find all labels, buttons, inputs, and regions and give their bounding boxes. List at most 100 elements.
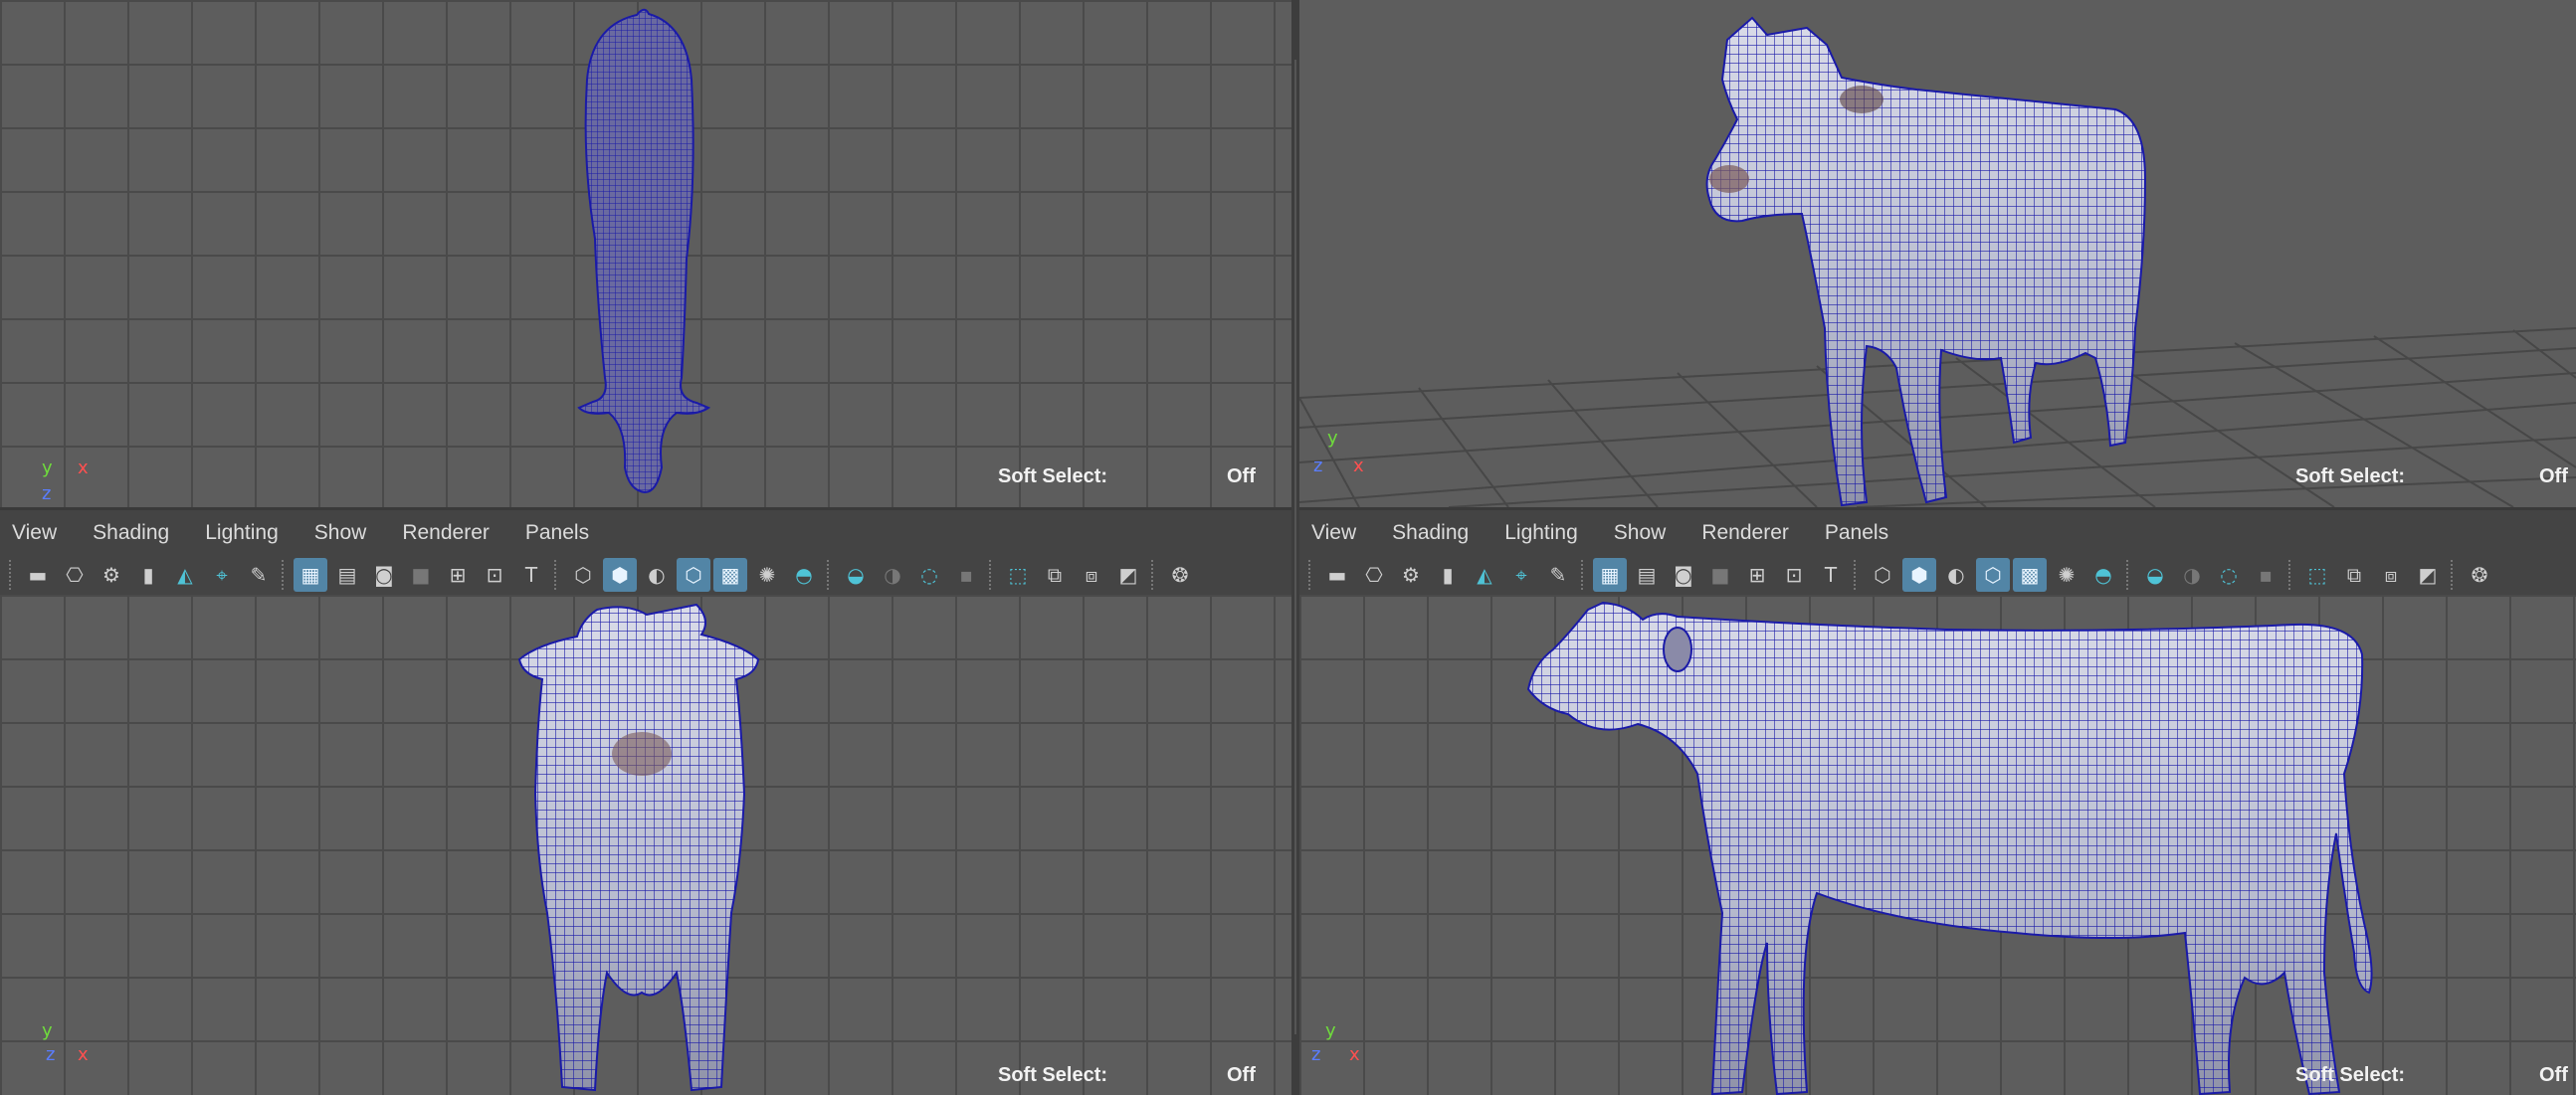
soft-select-value: Off <box>2539 1064 2568 1086</box>
axis-gizmo: y z x <box>1313 428 1373 476</box>
cow-mesh-persp[interactable] <box>1299 0 2576 507</box>
smooth-shade-icon[interactable]: ⬢ <box>1902 558 1936 592</box>
axis-gizmo: y z x <box>1311 1020 1371 1065</box>
axis-x-label: x <box>1353 456 1364 476</box>
textured-icon[interactable]: ▩ <box>713 558 747 592</box>
menu-shading[interactable]: Shading <box>1388 519 1473 547</box>
panel-menu-bar: View Shading Lighting Show Renderer Pane… <box>8 516 621 550</box>
wireframe-on-shaded-icon[interactable]: ⬡ <box>677 558 710 592</box>
menu-view[interactable]: View <box>8 519 61 547</box>
toolbar-separator <box>1308 560 1314 590</box>
viewport-side[interactable]: y z x Soft Select: Off <box>1299 595 2576 1095</box>
depth-of-field-icon[interactable]: ▪ <box>949 558 983 592</box>
camera-lock-icon[interactable]: ⎔ <box>1357 558 1391 592</box>
menu-renderer[interactable]: Renderer <box>1697 519 1793 547</box>
camera-icon[interactable]: ▬ <box>21 558 55 592</box>
wireframe-on-shaded-icon[interactable]: ⬡ <box>1976 558 2010 592</box>
resolution-gate-icon[interactable]: ◙ <box>1667 558 1700 592</box>
soft-select-value: Off <box>1227 465 1256 487</box>
grid-icon[interactable]: ▦ <box>294 558 327 592</box>
toolbar-separator <box>1151 560 1157 590</box>
menu-show[interactable]: Show <box>310 519 371 547</box>
toolbar-separator <box>2288 560 2294 590</box>
screen-space-ao-icon[interactable]: ◒ <box>839 558 873 592</box>
depth-of-field-icon[interactable]: ▪ <box>2249 558 2282 592</box>
camera-icon[interactable]: ▬ <box>1320 558 1354 592</box>
film-gate-icon[interactable]: ▤ <box>1630 558 1664 592</box>
grease-pencil-icon[interactable]: ✎ <box>242 558 276 592</box>
cow-mesh-top-view[interactable] <box>0 0 1291 507</box>
camera-attributes-icon[interactable]: ⚙ <box>1394 558 1428 592</box>
shadows-icon[interactable]: ◓ <box>2086 558 2120 592</box>
wireframe-icon[interactable]: ⬡ <box>1866 558 1899 592</box>
xray-icon[interactable]: ⧉ <box>2337 558 2371 592</box>
cow-mesh-side-view[interactable] <box>1299 595 2576 1095</box>
soft-select-label: Soft Select: <box>2295 1064 2406 1086</box>
menu-panels[interactable]: Panels <box>521 519 593 547</box>
2d-pan-zoom-icon[interactable]: ⌖ <box>205 558 239 592</box>
anti-aliasing-icon[interactable]: ◌ <box>2212 558 2246 592</box>
axis-x-label: x <box>1349 1044 1360 1065</box>
bookmark-icon[interactable]: ▮ <box>131 558 165 592</box>
viewport-front[interactable]: y z x Soft Select: Off <box>0 595 1291 1095</box>
axis-z-label: z <box>46 1044 56 1065</box>
default-lighting-icon[interactable]: ◐ <box>640 558 674 592</box>
axis-x-label: x <box>78 457 89 478</box>
menu-lighting[interactable]: Lighting <box>1500 519 1582 547</box>
toolbar-separator <box>2126 560 2132 590</box>
menu-shading[interactable]: Shading <box>89 519 173 547</box>
soft-select-value: Off <box>1227 1064 1256 1086</box>
menu-lighting[interactable]: Lighting <box>201 519 283 547</box>
menu-show[interactable]: Show <box>1610 519 1671 547</box>
textured-icon[interactable]: ▩ <box>2013 558 2047 592</box>
screen-space-ao-icon[interactable]: ◒ <box>2138 558 2172 592</box>
viewport-splitter-vertical[interactable] <box>1291 0 1299 1095</box>
xray-joints-icon[interactable]: ⧈ <box>2374 558 2408 592</box>
image-plane-icon[interactable]: ◭ <box>1468 558 1501 592</box>
motion-blur-icon[interactable]: ◑ <box>876 558 909 592</box>
camera-attributes-icon[interactable]: ⚙ <box>95 558 128 592</box>
xray-components-icon[interactable]: ◩ <box>1111 558 1145 592</box>
image-plane-icon[interactable]: ◭ <box>168 558 202 592</box>
menu-view[interactable]: View <box>1307 519 1360 547</box>
xray-components-icon[interactable]: ◩ <box>2411 558 2445 592</box>
film-gate-icon[interactable]: ▤ <box>330 558 364 592</box>
safe-title-icon[interactable]: T <box>1814 558 1848 592</box>
menu-renderer[interactable]: Renderer <box>398 519 494 547</box>
axis-y-label: y <box>42 1020 53 1041</box>
viewport-top[interactable]: y x z Soft Select: Off <box>0 0 1291 507</box>
grid-icon[interactable]: ▦ <box>1593 558 1627 592</box>
viewport-persp[interactable]: y z x Soft Select: Off <box>1299 0 2576 507</box>
panel-toolbar: ▬ ⎔ ⚙ ▮ ◭ ⌖ ✎ ▦ ▤ ◙ ■ ⊞ ⊡ T ⬡ ⬢ ◐ ⬡ ▩ ✺ … <box>1305 556 2499 594</box>
soft-select-value: Off <box>2539 465 2568 487</box>
toolbar-separator <box>2451 560 2457 590</box>
gamma-icon[interactable]: ❂ <box>2463 558 2496 592</box>
safe-title-icon[interactable]: T <box>514 558 548 592</box>
field-chart-icon[interactable]: ⊞ <box>441 558 475 592</box>
isolate-select-icon[interactable]: ⬚ <box>2300 558 2334 592</box>
smooth-shade-icon[interactable]: ⬢ <box>603 558 637 592</box>
bookmark-icon[interactable]: ▮ <box>1431 558 1465 592</box>
grease-pencil-icon[interactable]: ✎ <box>1541 558 1575 592</box>
gamma-icon[interactable]: ❂ <box>1163 558 1197 592</box>
xray-joints-icon[interactable]: ⧈ <box>1075 558 1108 592</box>
motion-blur-icon[interactable]: ◑ <box>2175 558 2209 592</box>
cow-mesh-front-view[interactable] <box>0 595 1291 1095</box>
default-lighting-icon[interactable]: ◐ <box>1939 558 1973 592</box>
camera-lock-icon[interactable]: ⎔ <box>58 558 92 592</box>
gate-mask-icon[interactable]: ■ <box>404 558 438 592</box>
resolution-gate-icon[interactable]: ◙ <box>367 558 401 592</box>
use-lights-icon[interactable]: ✺ <box>750 558 784 592</box>
gate-mask-icon[interactable]: ■ <box>1703 558 1737 592</box>
safe-action-icon[interactable]: ⊡ <box>1777 558 1811 592</box>
field-chart-icon[interactable]: ⊞ <box>1740 558 1774 592</box>
wireframe-icon[interactable]: ⬡ <box>566 558 600 592</box>
xray-icon[interactable]: ⧉ <box>1038 558 1072 592</box>
anti-aliasing-icon[interactable]: ◌ <box>912 558 946 592</box>
shadows-icon[interactable]: ◓ <box>787 558 821 592</box>
2d-pan-zoom-icon[interactable]: ⌖ <box>1504 558 1538 592</box>
menu-panels[interactable]: Panels <box>1821 519 1892 547</box>
use-lights-icon[interactable]: ✺ <box>2050 558 2083 592</box>
isolate-select-icon[interactable]: ⬚ <box>1001 558 1035 592</box>
safe-action-icon[interactable]: ⊡ <box>478 558 511 592</box>
